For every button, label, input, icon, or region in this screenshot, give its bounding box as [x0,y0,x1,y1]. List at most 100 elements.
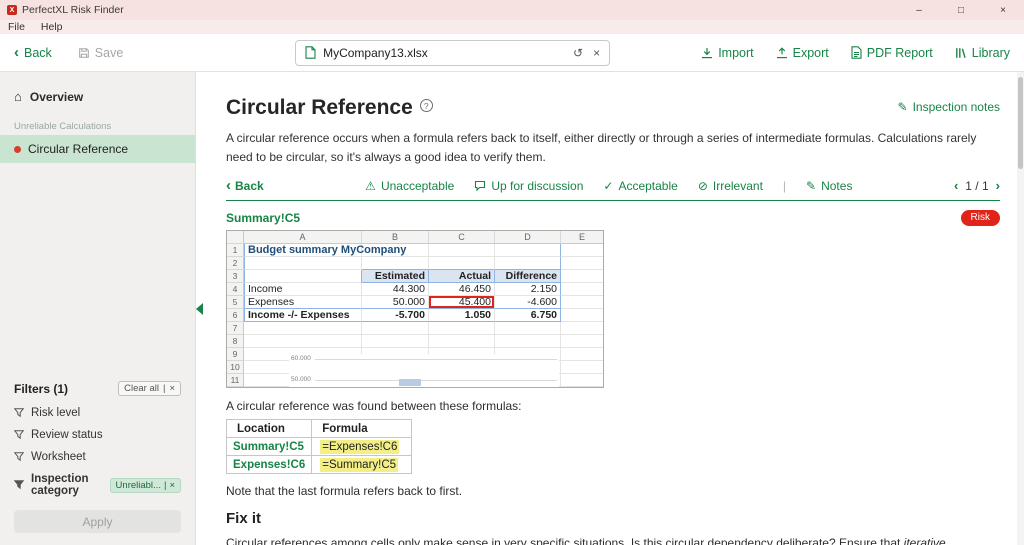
chart-series-marker [399,379,421,386]
col-header-d: D [495,231,561,244]
help-icon[interactable]: ? [420,99,433,112]
sidebar-item-overview[interactable]: ⌂ Overview [0,82,195,111]
maximize-button[interactable]: □ [940,0,982,20]
filter-funnel-icon [14,408,24,418]
next-page-icon[interactable]: › [996,178,1000,193]
menubar: File Help [0,20,1024,34]
unacceptable-label: Unacceptable [381,179,454,193]
intro-text: A circular reference occurs when a formu… [226,129,1000,166]
back-button[interactable]: ‹ Back [14,46,52,60]
review-back-button[interactable]: ‹ Back [226,179,264,193]
file-chip-actions: ↺ × [573,46,600,60]
unacceptable-button[interactable]: ⚠ Unacceptable [365,179,454,193]
sidebar-collapse-handle[interactable] [196,303,203,315]
sheet-cell [244,335,362,348]
circular-reference-cell-c5[interactable]: 45.400 [429,296,495,309]
pdf-report-button[interactable]: PDF Report [851,46,933,60]
prev-page-icon[interactable]: ‹ [954,178,958,193]
toolbar-left: ‹ Back Save [14,46,204,60]
up-for-discussion-button[interactable]: Up for discussion [474,179,583,193]
pdf-document-icon [851,46,862,59]
file-name: MyCompany13.xlsx [323,46,428,60]
filter-inspection-category[interactable]: Inspection category Unreliabl... | × [0,468,195,502]
review-bar: ‹ Back ⚠ Unacceptable Up for discussion [226,178,1000,201]
formula-table-header-row: Location Formula [227,420,412,438]
sheet-corner [227,231,244,244]
export-button[interactable]: Export [776,46,829,60]
library-books-icon [955,47,967,59]
file-chip[interactable]: MyCompany13.xlsx ↺ × [295,40,610,66]
formula-location-link[interactable]: Summary!C5 [227,438,312,456]
undo-icon[interactable]: ↺ [573,46,583,60]
warning-icon: ⚠ [365,179,376,193]
pdf-report-label: PDF Report [867,46,933,60]
col-header-a: A [244,231,362,244]
window-controls: – □ × [898,0,1024,20]
chart-gridline-label: 50.000 [291,376,311,383]
apply-button[interactable]: Apply [14,510,181,533]
sheet-cell [561,283,603,296]
spreadsheet-preview: A B C D E 1 Budget summary MyCompany 2 [226,230,604,388]
separator: | [163,383,165,394]
inspection-notes-link[interactable]: ✎ Inspection notes [898,100,1000,114]
sheet-cell [495,257,561,270]
sheet-cell [495,244,561,257]
inspection-notes-label: Inspection notes [913,100,1000,114]
sheet-cell [362,257,429,270]
slash-circle-icon: ⊘ [698,179,708,193]
category-badge-close-icon[interactable]: × [169,480,175,491]
formula-location-link[interactable]: Expenses!C6 [227,456,312,474]
sheet-title-cell: Budget summary MyCompany [244,244,362,257]
chart-gridline-label: 60.000 [291,355,311,362]
row-number: 10 [227,361,244,374]
clear-all-close-icon: × [169,383,175,394]
vertical-scrollbar[interactable] [1017,72,1024,545]
import-label: Import [718,46,753,60]
sheet-cell-actual-header: Actual [429,270,495,283]
back-label: Back [24,46,52,60]
library-button[interactable]: Library [955,46,1010,60]
menu-help[interactable]: Help [41,21,63,33]
filter-inspection-category-label: Inspection category [31,473,99,497]
sheet-cell [561,244,603,257]
sheet-cell [244,270,362,283]
toolbar-center: MyCompany13.xlsx ↺ × [204,40,701,66]
close-button[interactable]: × [982,0,1024,20]
filter-worksheet[interactable]: Worksheet [0,446,195,468]
category-filter-badge[interactable]: Unreliabl... | × [110,478,181,493]
export-label: Export [793,46,829,60]
filter-risk-level[interactable]: Risk level [0,402,195,424]
sheet-cell: 6.750 [495,309,561,322]
sheet-cell [429,244,495,257]
acceptable-button[interactable]: ✓ Acceptable [603,179,677,193]
sheet-cell: -5.700 [362,309,429,322]
library-label: Library [972,46,1010,60]
file-icon [305,46,316,59]
row-number: 2 [227,257,244,270]
sheet-cell [561,270,603,283]
scrollbar-thumb[interactable] [1018,77,1023,169]
notes-button[interactable]: ✎ Notes [806,179,852,193]
page-header: Circular Reference ? ✎ Inspection notes [226,96,1000,120]
save-button[interactable]: Save [78,46,124,60]
cell-reference[interactable]: Summary!C5 [226,211,300,225]
formula-highlight: =Expenses!C6 [320,440,399,454]
menu-file[interactable]: File [8,21,25,33]
risk-dot-icon [14,146,21,153]
irrelevant-button[interactable]: ⊘ Irrelevant [698,179,763,193]
filter-review-status-label: Review status [31,429,103,441]
formula-highlight: =Summary!C5 [320,458,398,472]
import-button[interactable]: Import [701,46,753,60]
close-file-icon[interactable]: × [593,46,600,60]
sheet-cell [362,335,429,348]
overview-label: Overview [30,90,83,104]
pencil-icon: ✎ [898,100,908,114]
sheet-cell [429,322,495,335]
sheet-cell [244,322,362,335]
minimize-button[interactable]: – [898,0,940,20]
clear-all-button[interactable]: Clear all | × [118,381,181,396]
note-text: Note that the last formula refers back t… [226,484,1000,498]
cell-ref-row: Summary!C5 Risk [226,210,1000,226]
filter-review-status[interactable]: Review status [0,424,195,446]
sidebar-item-circular-reference[interactable]: Circular Reference [0,135,195,163]
